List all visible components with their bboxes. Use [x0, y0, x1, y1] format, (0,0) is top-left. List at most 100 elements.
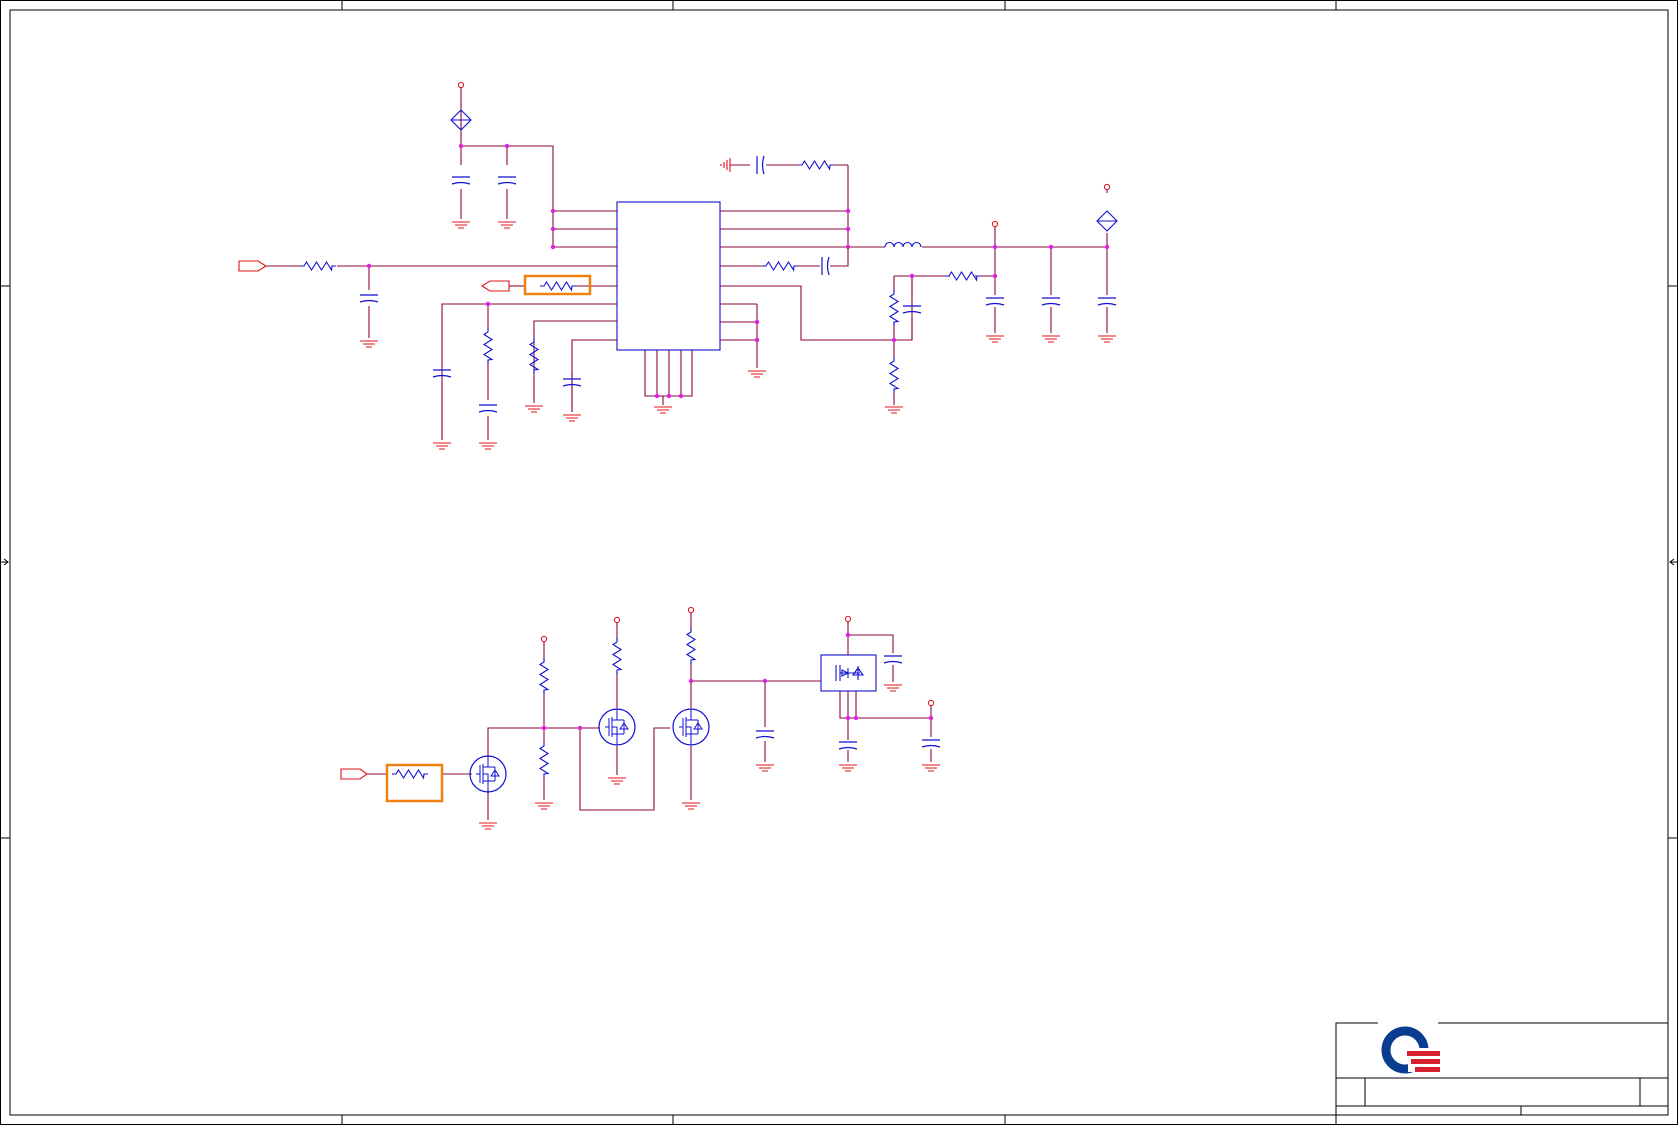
ground-icon	[479, 442, 497, 450]
highlight-box-bottom	[385, 763, 444, 803]
junction-dot	[909, 273, 915, 279]
ground-icon	[433, 442, 451, 450]
junction-dot	[992, 244, 998, 250]
resistor-icon	[300, 260, 336, 272]
schematic-sheet	[0, 0, 1678, 1125]
capacitor-icon	[359, 294, 379, 303]
junction-dot	[654, 393, 660, 399]
resistor-icon	[762, 260, 798, 272]
ground-icon	[360, 340, 378, 348]
capacitors	[359, 155, 1117, 750]
junction-dot	[762, 678, 768, 684]
junction-dot	[550, 244, 556, 250]
resistors	[300, 159, 981, 780]
ground-icon	[885, 406, 903, 414]
off-page-connector-icon	[340, 768, 368, 780]
capacitor-icon	[1097, 297, 1117, 306]
wires	[266, 89, 1108, 820]
capacitor-icon	[985, 297, 1005, 306]
junction-dot	[577, 725, 583, 731]
resistor-icon	[392, 768, 428, 780]
off-page-connector-icon	[238, 260, 268, 272]
mosfets	[469, 708, 710, 793]
power-pin-icon	[844, 615, 852, 625]
power-pin-icon	[927, 699, 935, 709]
junction-dot	[845, 226, 851, 232]
mosfet-icon	[598, 708, 636, 746]
ground-icon	[884, 684, 902, 692]
ground-icon	[654, 406, 672, 414]
power-pin-icon	[687, 606, 695, 616]
grounds	[360, 221, 1116, 830]
capacitor-icon	[921, 739, 941, 748]
capacitor-icon	[1041, 297, 1061, 306]
power-pin-icon	[991, 220, 999, 230]
inductor-icon	[884, 241, 922, 248]
capacitor-icon	[883, 655, 903, 664]
resistor-icon	[611, 638, 623, 674]
resistor-icon	[798, 159, 834, 171]
junction-dot	[845, 632, 851, 638]
ground-icon	[1042, 335, 1060, 343]
highlight-box-top	[523, 274, 592, 296]
junction-dot	[550, 208, 556, 214]
junction-dot	[1104, 244, 1110, 250]
junction-dot	[853, 715, 859, 721]
junction-dot	[754, 337, 760, 343]
ground-icon	[756, 764, 774, 772]
resistor-icon	[482, 328, 494, 364]
junction-dot	[1048, 244, 1054, 250]
mosfet-icon	[820, 654, 877, 692]
center-marker-right	[1669, 558, 1677, 566]
ground-icon	[479, 822, 497, 830]
ground-icon	[922, 764, 940, 772]
junction-dot	[992, 273, 998, 279]
power-pins	[457, 81, 1111, 709]
junction-dot	[845, 715, 851, 721]
sheet-border	[0, 0, 1678, 1125]
power-pin-icon	[613, 616, 621, 626]
chassis-ground-icon	[720, 158, 731, 172]
resistor-icon	[538, 658, 550, 694]
capacitor-icon	[451, 176, 471, 185]
junction-dot	[688, 678, 694, 684]
ground-icon	[682, 802, 700, 810]
ground-icon	[839, 764, 857, 772]
junction-dot	[541, 725, 547, 731]
company-logo-icon	[1381, 1026, 1441, 1074]
junction-dot	[366, 263, 372, 269]
power-pin-icon	[540, 635, 548, 645]
center-marker-left	[1, 558, 9, 566]
ground-icon	[498, 221, 516, 229]
capacitor-icon	[755, 730, 775, 739]
resistor-icon	[540, 280, 576, 292]
resistor-icon	[538, 742, 550, 778]
junction-dot	[891, 337, 897, 343]
capacitor-icon	[478, 404, 498, 413]
capacitor-icon	[821, 256, 830, 276]
junctions	[366, 143, 1110, 731]
junction-dot	[504, 143, 510, 149]
resistor-icon	[685, 628, 697, 664]
ground-icon	[986, 335, 1004, 343]
mosfet-icon	[672, 708, 710, 746]
junction-dot	[928, 715, 934, 721]
junction-dot	[485, 301, 491, 307]
mosfet-icon	[469, 755, 507, 793]
ground-icon	[563, 414, 581, 422]
ground-icon	[608, 777, 626, 785]
off-page-connector-icon	[480, 280, 510, 292]
junction-dot	[845, 244, 851, 250]
ic-component	[616, 201, 721, 351]
ground-icon	[1098, 335, 1116, 343]
capacitor-icon	[838, 741, 858, 750]
power-pin-icon	[457, 81, 465, 91]
ground-icon	[535, 802, 553, 810]
ground-icon	[525, 405, 543, 413]
schematic-canvas	[0, 0, 1678, 1125]
resistor-icon	[888, 290, 900, 326]
junction-dot	[666, 393, 672, 399]
junction-dot	[550, 226, 556, 232]
junction-dot	[754, 319, 760, 325]
junction-dot	[845, 208, 851, 214]
